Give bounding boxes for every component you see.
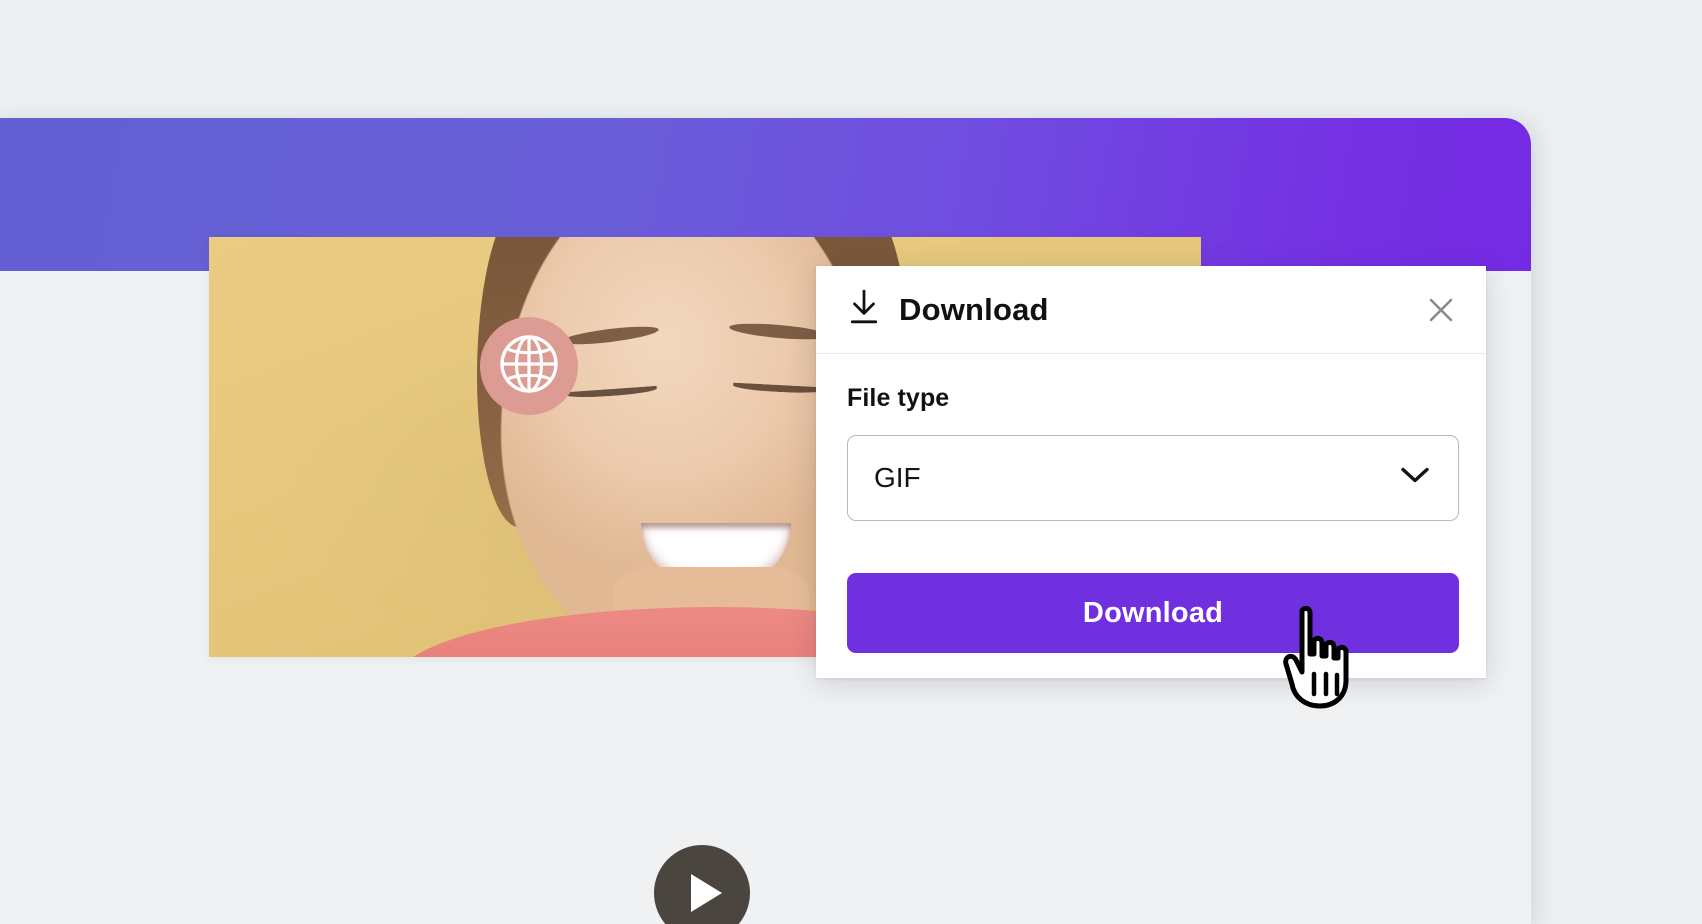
file-type-selected-value: GIF: [874, 462, 921, 494]
desktop-backdrop: [0, 0, 1702, 118]
globe-icon: [496, 331, 562, 402]
file-type-label: File type: [847, 384, 1455, 413]
download-panel-header: Download: [816, 266, 1486, 354]
screen: Share 7.9s Download: [0, 0, 1702, 924]
download-panel-body: File type GIF: [816, 354, 1486, 521]
close-panel-button[interactable]: [1418, 288, 1464, 334]
download-arrow-icon: [847, 289, 881, 330]
play-icon: [691, 874, 722, 912]
download-confirm-button[interactable]: Download: [847, 573, 1459, 653]
globe-badge: [480, 317, 578, 415]
chevron-down-icon: [1400, 466, 1430, 491]
download-panel-title: Download: [899, 292, 1049, 328]
close-icon: [1425, 294, 1457, 329]
file-type-select[interactable]: GIF: [847, 435, 1459, 521]
